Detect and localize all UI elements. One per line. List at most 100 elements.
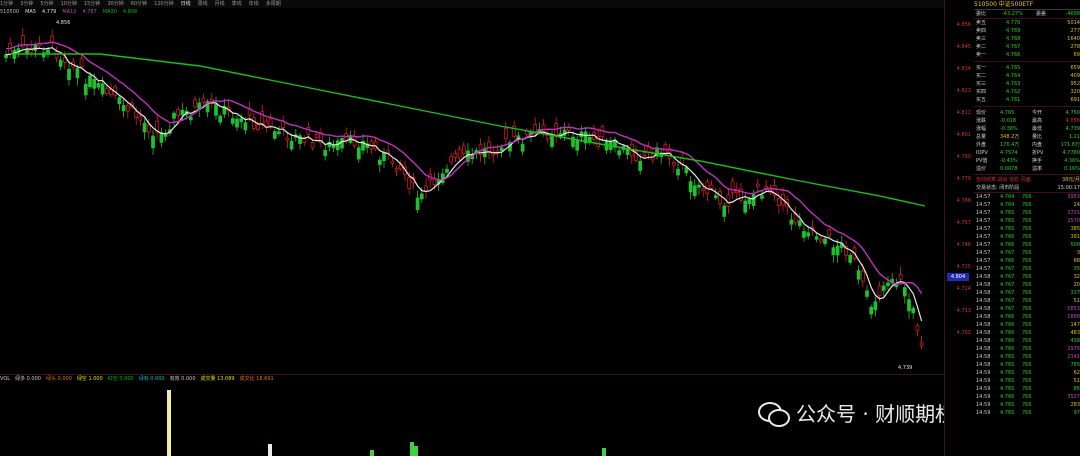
panel-row: PV值 -0.43% 换手 4.36% [974,157,1080,165]
quote-label: 折PV [1032,150,1044,156]
candle-body [873,301,878,311]
section-divider [974,174,1080,175]
quote-label: 最低 [1032,126,1043,132]
tick-price: 4.767 [1000,282,1015,288]
tick-volume: 766 [1022,258,1032,264]
ask-label: 卖一 [976,52,987,58]
panel-row: 14:59 4.765 766 283 [974,401,1080,409]
period-tab[interactable]: 10分钟 [61,0,77,8]
tick-volume: 766 [1022,290,1032,296]
panel-row: 卖三 4.768 1640 [974,35,1080,43]
period-tab[interactable]: 季线 [232,0,242,8]
volume-legend-item: 有效 0.000 [169,376,196,382]
ask-price[interactable]: 4.767 [1006,43,1020,51]
period-tab[interactable]: 60分钟 [131,0,147,8]
period-tab[interactable]: 日线 [181,0,191,8]
tick-price: 4.766 [1000,330,1015,336]
candle-body [214,104,218,116]
bid-price[interactable]: 4.765 [1006,64,1020,72]
period-tab[interactable]: 年线 [249,0,259,8]
status-line[interactable]: 自动结算 退出 信息 页面 [976,176,1031,184]
tick-count: 317 [1070,290,1080,296]
volume-bar [410,442,414,456]
bid-price[interactable]: 4.761 [1006,96,1020,104]
candle-body [797,220,802,226]
candle-body [243,122,248,131]
period-tab[interactable]: 30分钟 [107,0,123,8]
tick-count: 785 [1070,362,1080,368]
candle-body [642,152,647,156]
candle-body [314,134,319,139]
candle-body [461,145,466,155]
tick-price: 4.765 [1000,210,1015,216]
period-tab[interactable]: 3分钟 [20,0,33,8]
tick-price: 4.766 [1000,394,1015,400]
tick-volume: 766 [1022,378,1032,384]
candle-body [88,75,92,88]
candle-body [180,109,185,116]
period-tab[interactable]: 月线 [215,0,225,8]
panel-row: 14:57 4.764 766 3953 [974,193,1080,201]
period-tab[interactable]: 周线 [198,0,208,8]
tick-volume: 766 [1022,298,1032,304]
period-tab[interactable]: 多周期 [266,0,281,8]
panel-row: 14:57 4.765 766 385 [974,225,1080,233]
tick-count: 35 [1073,266,1080,272]
candle-body [193,99,197,108]
candle-body [109,89,113,96]
tick-price: 4.765 [1000,370,1015,376]
ask-price[interactable]: 4.770 [1006,19,1020,27]
panel-row: IOPV 4.7574 折PV 4.7780 [974,149,1080,157]
candle-body [823,238,827,245]
bid-price[interactable]: 4.762 [1006,88,1020,96]
ma10-line [5,41,923,295]
ask-price[interactable]: 4.766 [1006,51,1020,59]
candle-body [898,274,903,280]
tick-time: 14:57 [976,258,991,264]
panel-row: 买二 4.764 409 [974,72,1080,80]
bid-label: 买一 [976,65,987,71]
tick-count: 2341 [1067,354,1080,360]
tick-price: 4.765 [1000,218,1015,224]
volume-legend-item: VOL [0,376,11,382]
period-tab[interactable]: 1分钟 [0,0,13,8]
candle-body [835,245,840,256]
ask-price[interactable]: 4.768 [1006,35,1020,43]
period-tab[interactable]: 120分钟 [154,0,174,8]
candle-body [79,58,84,68]
candle-body [415,197,420,210]
period-tab[interactable]: 15分钟 [84,0,100,8]
candle-body [92,78,97,89]
tick-count: 483 [1070,330,1080,336]
candle-body [289,140,294,150]
candle-body [503,128,508,140]
section-divider [974,61,1080,62]
panel-row: 14:57 4.767 766 3 [974,249,1080,257]
price-tick: 4.746 [956,242,971,248]
tick-volume: 766 [1022,386,1032,392]
candle-body [688,181,693,193]
tick-time: 14:59 [976,394,991,400]
bid-price[interactable]: 4.764 [1006,72,1020,80]
tick-volume: 766 [1022,354,1032,360]
panel-row: 14:58 4.765 766 785 [974,361,1080,369]
candle-body [743,200,748,213]
tick-time: 14:58 [976,306,991,312]
tick-count: 32 [1073,274,1080,280]
candle-body [340,138,344,149]
bid-price[interactable]: 4.763 [1006,80,1020,88]
period-tab[interactable]: 5分钟 [40,0,53,8]
candle-body [50,35,55,43]
candle-body [424,185,428,192]
weicha-value: -4698 [1065,11,1080,17]
ask-label: 卖四 [976,28,987,34]
ask-price[interactable]: 4.769 [1006,27,1020,35]
tick-time: 14:57 [976,266,991,272]
candle-body [869,306,874,315]
candlestick-chart[interactable]: 4.856 4.739 [0,16,944,376]
panel-row: 自动结算 退出 信息 页面 38元/月 [974,176,1080,184]
panel-row: 卖一 4.766 69 [974,51,1080,59]
tick-time: 14:59 [976,378,991,384]
ask-volume: 5014 [1067,20,1080,26]
tick-volume: 766 [1022,330,1032,336]
